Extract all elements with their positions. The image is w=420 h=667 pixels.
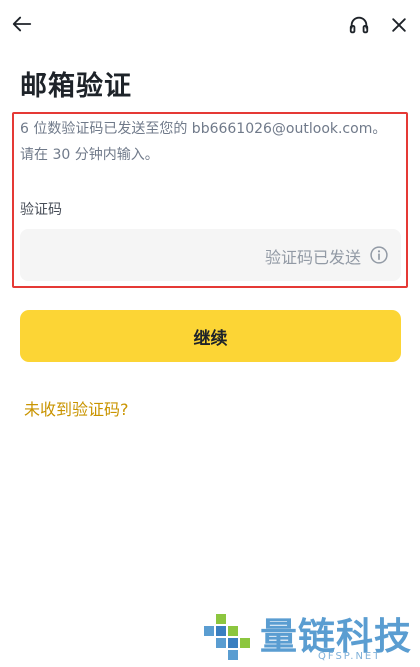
code-field-label: 验证码 [20,202,62,218]
watermark: 量链科技 QFSP.NET [198,606,420,667]
continue-button[interactable]: 继续 [20,310,401,362]
info-circle-icon[interactable] [369,245,389,265]
verification-description: 6 位数验证码已发送至您的 bb6661026@outlook.com。请在 3… [20,121,387,163]
headset-icon [349,16,369,34]
arrow-left-icon [12,16,32,32]
top-bar [0,0,420,52]
watermark-subtext: QFSP.NET [318,651,382,662]
code-sent-status: 验证码已发送 [264,248,361,267]
support-button[interactable] [346,12,372,38]
close-button[interactable] [386,12,412,38]
watermark-logo-icon [204,614,250,660]
code-input-container[interactable]: 验证码已发送 [20,229,401,283]
resend-code-link[interactable]: 未收到验证码? [24,396,129,420]
back-button[interactable] [8,10,36,38]
close-icon [392,18,406,32]
page-title: 邮箱验证 [20,71,132,102]
